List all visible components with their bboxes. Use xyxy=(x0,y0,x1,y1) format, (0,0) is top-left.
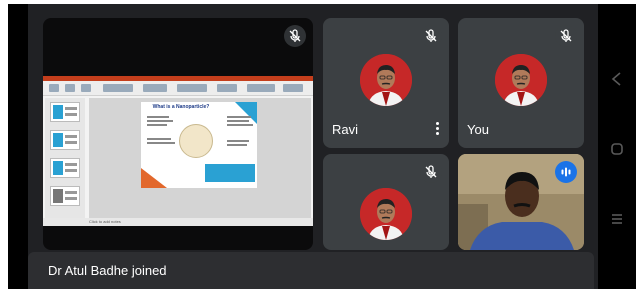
powerpoint-status-bar: Click to add notes xyxy=(43,218,313,226)
slide-text-line xyxy=(147,138,171,140)
avatar xyxy=(495,54,547,106)
slide-thumbnail xyxy=(50,130,80,150)
slide-text-line xyxy=(227,116,251,118)
avatar xyxy=(360,188,412,240)
slide-text-line xyxy=(227,140,249,142)
recents-icon[interactable] xyxy=(608,210,626,228)
slide-stage: What is a Nanoparticle? xyxy=(89,98,311,218)
phone-screen: What is a Nanoparticle? Click to add not… xyxy=(8,4,636,289)
slide-title: What is a Nanoparticle? xyxy=(152,104,210,110)
notification-text: Dr Atul Badhe joined xyxy=(48,263,167,278)
slide-text-line xyxy=(147,142,175,144)
participant-tile-ravi[interactable]: Ravi xyxy=(323,18,449,148)
participant-tile-you[interactable]: You xyxy=(458,18,584,148)
slide-text-line xyxy=(147,116,169,118)
mic-off-icon xyxy=(420,25,442,47)
slide-text-line xyxy=(227,144,247,146)
back-icon[interactable] xyxy=(608,70,626,88)
mic-off-icon xyxy=(555,25,577,47)
participant-tile[interactable] xyxy=(323,154,449,250)
join-notification: Dr Atul Badhe joined xyxy=(28,252,594,289)
current-slide: What is a Nanoparticle? xyxy=(141,102,257,188)
more-options-button[interactable] xyxy=(431,120,443,138)
participant-name: You xyxy=(467,122,489,137)
presentation-tile[interactable]: What is a Nanoparticle? Click to add not… xyxy=(43,18,313,250)
slide-text-box xyxy=(205,164,255,182)
slide-decoration xyxy=(141,168,167,188)
shared-screen-powerpoint: What is a Nanoparticle? Click to add not… xyxy=(43,76,313,226)
speaking-indicator-icon xyxy=(555,161,577,183)
mic-off-icon xyxy=(420,161,442,183)
ribbon-toolbar xyxy=(43,81,313,96)
participant-name: Ravi xyxy=(332,122,359,137)
slide-diagram-circle xyxy=(179,124,213,158)
participant-video-tile[interactable] xyxy=(458,154,584,250)
home-icon[interactable] xyxy=(608,140,626,158)
avatar xyxy=(360,54,412,106)
slide-text-line xyxy=(227,124,253,126)
slide-thumbnail xyxy=(50,186,80,206)
slide-text-line xyxy=(147,124,167,126)
slide-thumbnail xyxy=(50,158,80,178)
meeting-area: What is a Nanoparticle? Click to add not… xyxy=(28,4,598,289)
slide-thumbnails xyxy=(45,98,85,218)
system-navigation-bar xyxy=(598,4,636,289)
slide-text-line xyxy=(227,120,249,122)
slide-thumbnail xyxy=(50,102,80,122)
mic-off-icon xyxy=(284,25,306,47)
slide-text-line xyxy=(147,120,173,122)
